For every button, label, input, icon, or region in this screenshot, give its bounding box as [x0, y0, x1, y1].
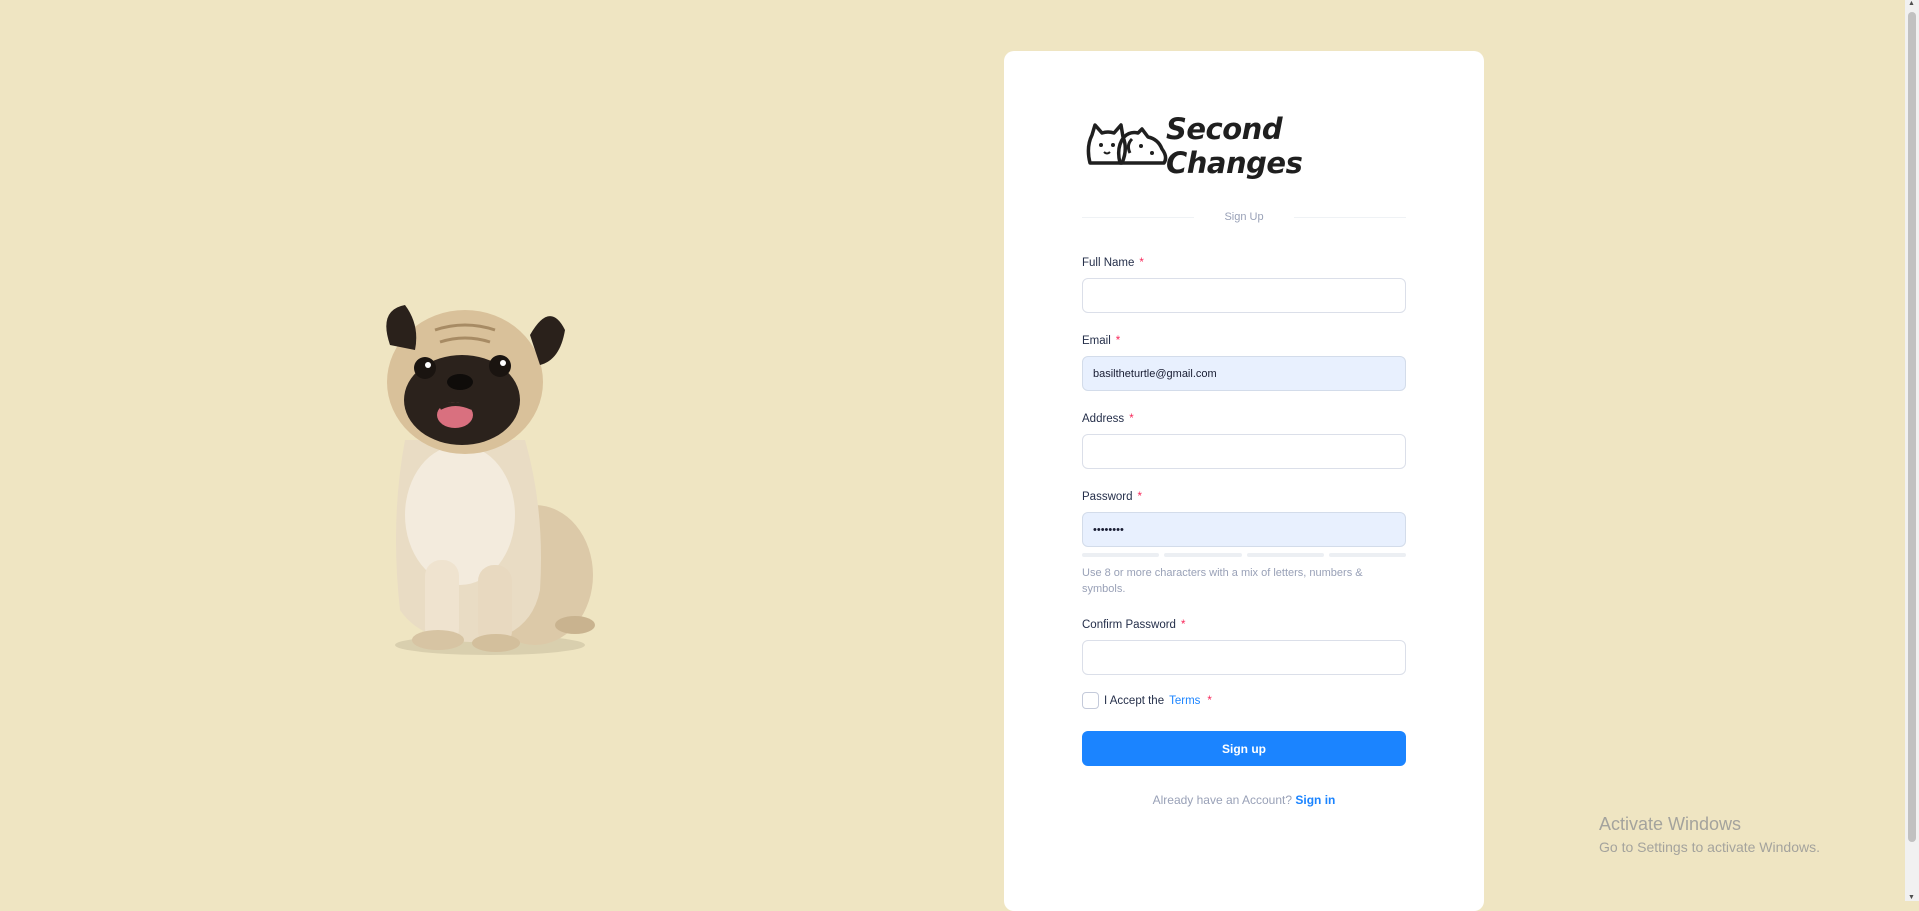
password-input[interactable]: [1082, 512, 1406, 547]
terms-link[interactable]: Terms: [1169, 695, 1200, 707]
divider-line-left: [1082, 216, 1195, 218]
password-hint: Use 8 or more characters with a mix of l…: [1082, 567, 1363, 595]
signup-card: Second Changes Sign Up Full Name * Email *…: [1004, 51, 1484, 911]
confirm-password-label: Confirm Password *: [1082, 619, 1186, 631]
watermark-subtitle: Go to Settings to activate Windows.: [1599, 839, 1820, 855]
cat-dog-logo-icon: [1086, 123, 1168, 165]
required-marker: *: [1137, 491, 1142, 503]
full-name-input[interactable]: [1082, 278, 1406, 313]
watermark-title: Activate Windows: [1599, 814, 1742, 834]
terms-prefix: I Accept the: [1104, 694, 1165, 707]
required-marker: *: [1129, 413, 1134, 425]
windows-activation-watermark: Activate Windows Go to Settings to activ…: [1599, 814, 1820, 855]
required-marker: *: [1115, 335, 1121, 347]
form-title-divider: Sign Up: [1082, 211, 1407, 223]
strength-segment: [1082, 553, 1160, 557]
address-input[interactable]: [1082, 434, 1406, 469]
address-label: Address *: [1082, 413, 1134, 425]
divider-line-right: [1293, 216, 1407, 218]
full-name-label: Full Name *: [1082, 257, 1144, 269]
required-marker: *: [1207, 694, 1212, 707]
brand-logo: Second Changes: [1086, 112, 1406, 180]
pug-image: [386, 305, 595, 655]
sign-in-link[interactable]: Sign in: [1295, 793, 1335, 807]
signin-prompt-text: Already have an Account?: [1152, 793, 1293, 807]
email-input[interactable]: [1082, 356, 1406, 391]
required-marker: *: [1139, 257, 1144, 269]
signin-prompt: Already have an Account? Sign in: [1082, 793, 1406, 807]
strength-segment: [1246, 553, 1324, 557]
scroll-down-arrow-icon[interactable]: ▼: [1908, 894, 1915, 901]
password-strength-meter: [1082, 553, 1406, 557]
full-name-group: Full Name *: [1082, 257, 1406, 313]
terms-checkbox[interactable]: [1082, 692, 1099, 709]
email-label: Email *: [1082, 335, 1121, 347]
scroll-up-arrow-icon[interactable]: ▲: [1908, 0, 1915, 7]
password-group: Password *: [1082, 491, 1406, 547]
address-group: Address *: [1082, 413, 1406, 469]
confirm-password-group: Confirm Password *: [1082, 619, 1406, 675]
terms-row: I Accept the Terms *: [1082, 692, 1212, 709]
email-group: Email *: [1082, 335, 1406, 391]
strength-segment: [1164, 553, 1242, 557]
password-label: Password *: [1082, 491, 1142, 503]
scrollbar-thumb[interactable]: [1908, 12, 1916, 842]
sign-up-button[interactable]: Sign up: [1082, 731, 1406, 766]
brand-name: Second Changes: [1166, 112, 1303, 180]
form-title: Sign Up: [1224, 211, 1264, 223]
vertical-scrollbar[interactable]: ▲ ▼: [1905, 0, 1919, 901]
confirm-password-input[interactable]: [1082, 640, 1406, 675]
strength-segment: [1328, 553, 1406, 557]
pug-illustration: [360, 290, 600, 660]
required-marker: *: [1180, 619, 1186, 631]
